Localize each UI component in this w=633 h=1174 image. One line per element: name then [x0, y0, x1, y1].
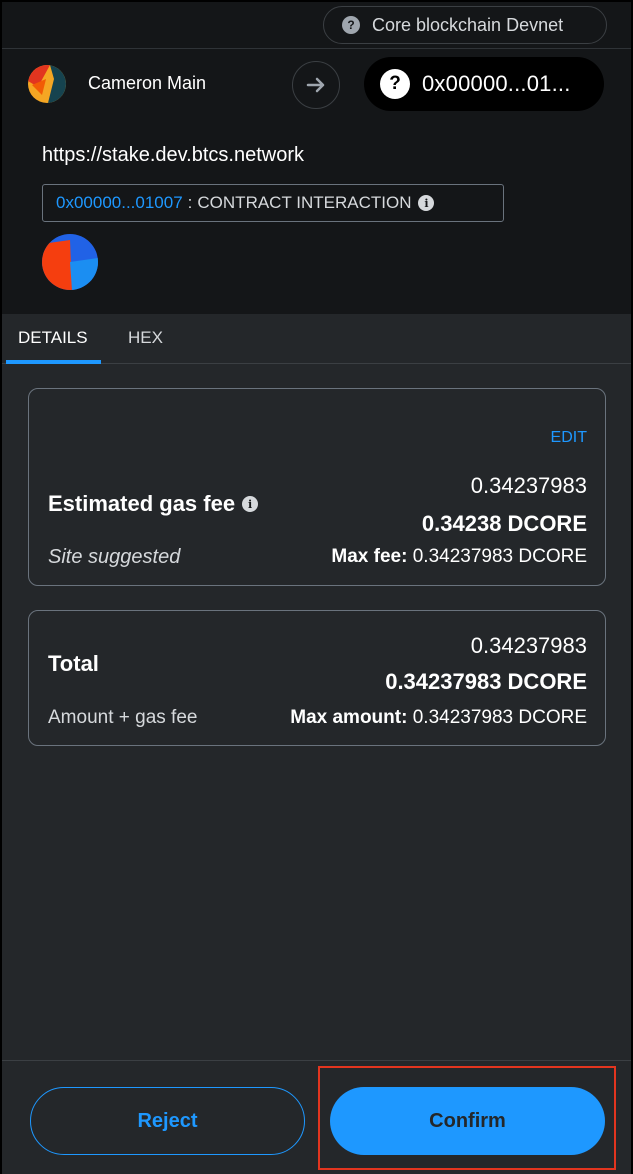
origin-url: https://stake.dev.btcs.network	[42, 144, 304, 166]
total-primary: 0.34237983 DCORE	[385, 669, 587, 694]
network-selector[interactable]: ? Core blockchain Devnet	[323, 6, 607, 44]
gas-fee-label-group: Estimated gas fee i	[48, 491, 259, 517]
method-label: CONTRACT INTERACTION	[197, 193, 412, 212]
footer: Reject Confirm	[2, 1060, 631, 1174]
total-label: Total	[48, 651, 99, 676]
method-box: 0x00000...01007 : CONTRACT INTERACTION i	[42, 184, 504, 222]
tab-details[interactable]: DETAILS	[18, 328, 88, 348]
gas-fee-secondary: 0.34237983	[470, 473, 587, 498]
account-name: Cameron Main	[88, 73, 207, 93]
gas-fee-primary: 0.34238 DCORE	[421, 511, 587, 536]
gas-fee-label: Estimated gas fee	[48, 491, 236, 516]
account-bar: Cameron Main ? 0x00000...01...	[2, 48, 631, 118]
arrow-right-icon	[292, 61, 340, 109]
contract-address-link[interactable]: 0x00000...01007	[56, 193, 183, 213]
edit-gas-button[interactable]: EDIT	[551, 429, 587, 447]
max-fee: Max fee: 0.34237983 DCORE	[331, 546, 587, 568]
confirm-transaction-screen: ? Core blockchain Devnet Cameron Main ? …	[0, 0, 633, 1174]
question-icon: ?	[380, 69, 410, 99]
account-avatar-icon	[28, 65, 66, 103]
max-fee-value: 0.34237983 DCORE	[412, 546, 587, 567]
recipient-address-pill[interactable]: ? 0x00000...01...	[364, 57, 604, 111]
method-separator: :	[187, 193, 193, 212]
transaction-origin-panel: https://stake.dev.btcs.network 0x00000..…	[2, 118, 631, 314]
total-sub-label: Amount + gas fee	[48, 707, 198, 728]
reject-button[interactable]: Reject	[30, 1087, 305, 1155]
max-amount: Max amount: 0.34237983 DCORE	[290, 707, 587, 729]
gas-fee-card: EDIT 0.34237983 Estimated gas fee i 0.34…	[28, 388, 606, 586]
total-card: 0.34237983 Total 0.34237983 DCORE Amount…	[28, 610, 606, 746]
recipient-address: 0x00000...01...	[422, 71, 571, 96]
info-icon[interactable]: i	[418, 195, 435, 211]
gas-source-label: Site suggested	[48, 546, 181, 568]
tab-bar: DETAILS HEX	[2, 314, 631, 364]
max-fee-label: Max fee:	[331, 546, 408, 567]
network-bar: ? Core blockchain Devnet	[2, 2, 631, 48]
max-amount-label: Max amount:	[290, 707, 408, 728]
max-amount-value: 0.34237983 DCORE	[412, 707, 587, 728]
network-name: Core blockchain Devnet	[372, 14, 564, 35]
confirm-button[interactable]: Confirm	[330, 1087, 605, 1155]
info-icon[interactable]: i	[242, 496, 259, 512]
site-avatar-icon	[42, 234, 98, 290]
active-tab-indicator	[6, 360, 101, 364]
tab-hex[interactable]: HEX	[128, 328, 163, 348]
question-icon: ?	[342, 16, 360, 34]
total-secondary: 0.34237983	[470, 633, 587, 658]
